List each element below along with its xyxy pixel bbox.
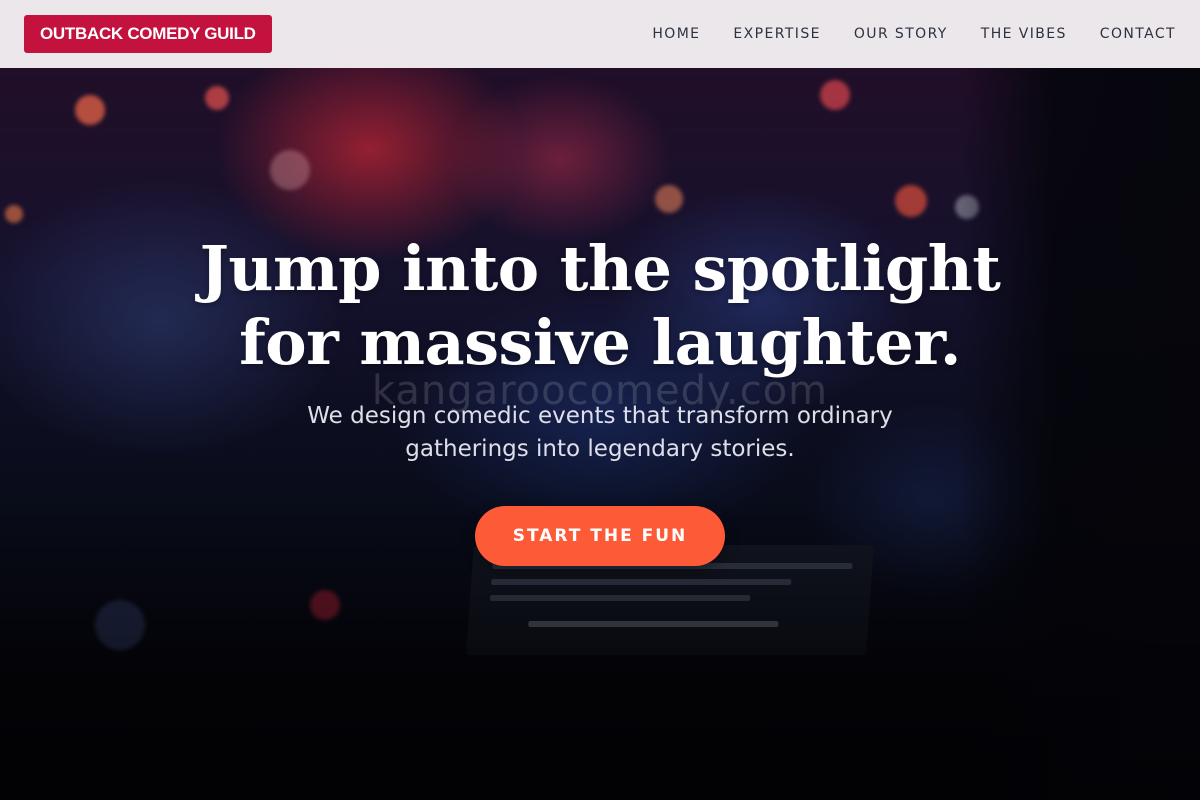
nav-link-home[interactable]: HOME <box>652 26 700 42</box>
brand-logo[interactable]: OUTBACK COMEDY GUILD <box>24 15 272 53</box>
hero-content: Jump into the spotlight for massive laug… <box>0 232 1200 380</box>
nav-link-our-story[interactable]: OUR STORY <box>854 26 948 42</box>
top-navbar: OUTBACK COMEDY GUILD HOME EXPERTISE OUR … <box>0 0 1200 68</box>
hero-subtitle-line: gatherings into legendary stories. <box>405 436 795 462</box>
hero-title-line: for massive laughter. <box>239 306 961 379</box>
hero-title: Jump into the spotlight for massive laug… <box>0 232 1200 380</box>
nav-link-the-vibes[interactable]: THE VIBES <box>981 26 1067 42</box>
nav-link-expertise[interactable]: EXPERTISE <box>733 26 820 42</box>
hero-title-line: Jump into the spotlight <box>199 232 1001 305</box>
main-nav: HOME EXPERTISE OUR STORY THE VIBES CONTA… <box>652 26 1176 42</box>
nav-link-contact[interactable]: CONTACT <box>1100 26 1176 42</box>
hero-subtitle-line: We design comedic events that transform … <box>307 403 893 429</box>
hero-subtitle: We design comedic events that transform … <box>0 400 1200 466</box>
start-the-fun-button[interactable]: START THE FUN <box>475 506 725 566</box>
